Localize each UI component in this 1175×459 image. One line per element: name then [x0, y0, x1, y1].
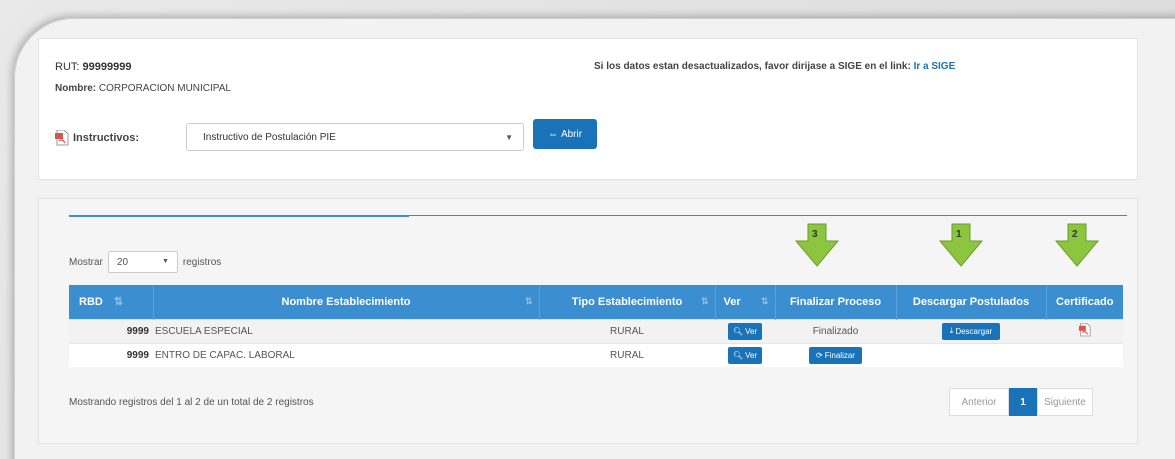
pagination-next[interactable]: Siguiente — [1037, 388, 1093, 416]
cell-ver: 🔍︎ Ver — [715, 342, 775, 367]
column-header-label: RBD — [79, 296, 103, 309]
sige-notice: Si los datos estan desactualizados, favo… — [594, 61, 955, 72]
step-marker-2: 2 — [1054, 223, 1100, 267]
column-header-rbd[interactable]: RBD ⇅ — [69, 285, 154, 319]
info-card: RUT: 99999999 Nombre: CORPORACION MUNICI… — [38, 38, 1138, 180]
instructivos-label: Instructivos: — [73, 132, 140, 144]
rut-value: 99999999 — [82, 61, 132, 73]
pagination-page-1[interactable]: 1 — [1009, 388, 1037, 416]
ver-button[interactable]: 🔍︎ Ver — [727, 322, 763, 340]
step-marker-1: 1 — [938, 223, 984, 267]
refresh-icon: ⟳ — [816, 350, 823, 360]
sort-icon: ⇅ — [700, 296, 709, 306]
table-header-row: RBD ⇅ Nombre Establecimiento ⇅ Tipo Esta… — [69, 285, 1123, 319]
divider-blue — [69, 215, 409, 217]
pdf-icon[interactable] — [1078, 322, 1091, 337]
column-header-nombre[interactable]: Nombre Establecimiento ⇅ — [153, 285, 540, 319]
column-header-label: Finalizar Proceso — [789, 295, 882, 308]
instructivos-select[interactable]: Instructivo de Postulación PIE ▼ — [186, 123, 524, 151]
abrir-label: Abrir — [560, 128, 583, 140]
ver-label: Ver — [745, 326, 758, 336]
establecimientos-table: RBD ⇅ Nombre Establecimiento ⇅ Tipo Esta… — [69, 285, 1123, 367]
descargar-label: Descargar — [955, 326, 993, 336]
cell-descargar: ⤓ Descargar — [896, 318, 1046, 343]
step-number: 1 — [956, 229, 962, 240]
cell-certificado — [1046, 318, 1123, 343]
arrows-horizontal-icon: ⇔ — [547, 128, 558, 140]
page-length-value: 20 — [116, 257, 129, 268]
page-length-select[interactable]: 20 ▼ — [107, 251, 178, 273]
download-icon: ⤓ — [949, 326, 954, 335]
column-header-label: Nombre Establecimiento — [281, 295, 411, 308]
sige-text: Si los datos estan desactualizados, favo… — [594, 61, 911, 72]
step-number: 3 — [812, 229, 818, 240]
column-header-label: Descargar Postulados — [912, 295, 1030, 308]
nombre-line: Nombre: CORPORACION MUNICIPAL — [55, 83, 231, 94]
cell-ver: 🔍︎ Ver — [715, 318, 775, 343]
sort-icon: ⇅ — [524, 296, 533, 306]
column-header-finalizar: Finalizar Proceso — [775, 285, 897, 319]
column-header-ver[interactable]: Ver ⇅ — [715, 285, 776, 319]
cell-tipo: RURAL — [539, 342, 715, 367]
column-header-label: Certificado — [1056, 295, 1114, 308]
chevron-down-icon: ▼ — [505, 133, 513, 142]
divider-red — [409, 215, 1127, 216]
search-icon: 🔍︎ — [732, 326, 744, 336]
column-header-certificado: Certificado — [1046, 285, 1123, 319]
cell-finalizar: Finalizado — [775, 318, 896, 343]
rut-line: RUT: 99999999 — [55, 61, 131, 73]
descargar-button[interactable]: ⤓ Descargar — [941, 322, 1001, 340]
column-header-label: Ver — [723, 295, 741, 308]
table-row: 9999 ENTRO DE CAPAC. LABORAL RURAL 🔍︎ Ve… — [69, 342, 1123, 367]
pdf-icon — [55, 130, 69, 146]
column-header-tipo[interactable]: Tipo Establecimiento ⇅ — [539, 285, 716, 319]
nombre-value: CORPORACION MUNICIPAL — [98, 83, 231, 94]
cell-certificado — [1046, 342, 1123, 367]
pagination-previous[interactable]: Anterior — [949, 388, 1009, 416]
instructivos-selected: Instructivo de Postulación PIE — [203, 132, 336, 143]
finalizar-button[interactable]: ⟳ Finalizar — [809, 346, 862, 364]
cell-nombre: ESCUELA ESPECIAL — [153, 318, 539, 343]
sige-link[interactable]: Ir a SIGE — [914, 61, 956, 72]
registros-label: registros — [182, 256, 222, 268]
cell-rbd: 9999 — [69, 342, 153, 367]
column-header-label: Tipo Establecimiento — [571, 295, 683, 308]
cell-descargar — [896, 342, 1046, 367]
sort-icon: ⇅ — [760, 296, 769, 306]
abrir-button[interactable]: ⇔ Abrir — [533, 119, 597, 149]
table-info: Mostrando registros del 1 al 2 de un tot… — [69, 397, 314, 408]
ver-label: Ver — [745, 350, 758, 360]
finalizar-label: Finalizar — [824, 350, 855, 360]
column-header-descargar: Descargar Postulados — [896, 285, 1047, 319]
page-length-control: Mostrar 20 ▼ registros — [69, 251, 221, 273]
sort-icon: ⇅ — [113, 296, 124, 309]
search-icon: 🔍︎ — [732, 350, 744, 360]
cell-rbd: 9999 — [69, 318, 153, 343]
pagination: Anterior 1 Siguiente — [949, 388, 1093, 416]
ver-button[interactable]: 🔍︎ Ver — [727, 346, 763, 364]
table-row: 9999 ESCUELA ESPECIAL RURAL 🔍︎ Ver Final… — [69, 318, 1123, 343]
chevron-down-icon: ▼ — [161, 258, 169, 265]
mostrar-label: Mostrar — [69, 256, 103, 268]
cell-tipo: RURAL — [539, 318, 715, 343]
step-number: 2 — [1072, 229, 1078, 240]
cell-finalizar: ⟳ Finalizar — [775, 342, 896, 367]
rut-label: RUT: — [55, 61, 80, 73]
table-card: 3 1 2 Mostrar 20 ▼ registros RBD ⇅ Nombr… — [38, 198, 1138, 444]
step-marker-3: 3 — [794, 223, 840, 267]
cell-nombre: ENTRO DE CAPAC. LABORAL — [153, 342, 539, 367]
nombre-label: Nombre: — [55, 83, 97, 94]
